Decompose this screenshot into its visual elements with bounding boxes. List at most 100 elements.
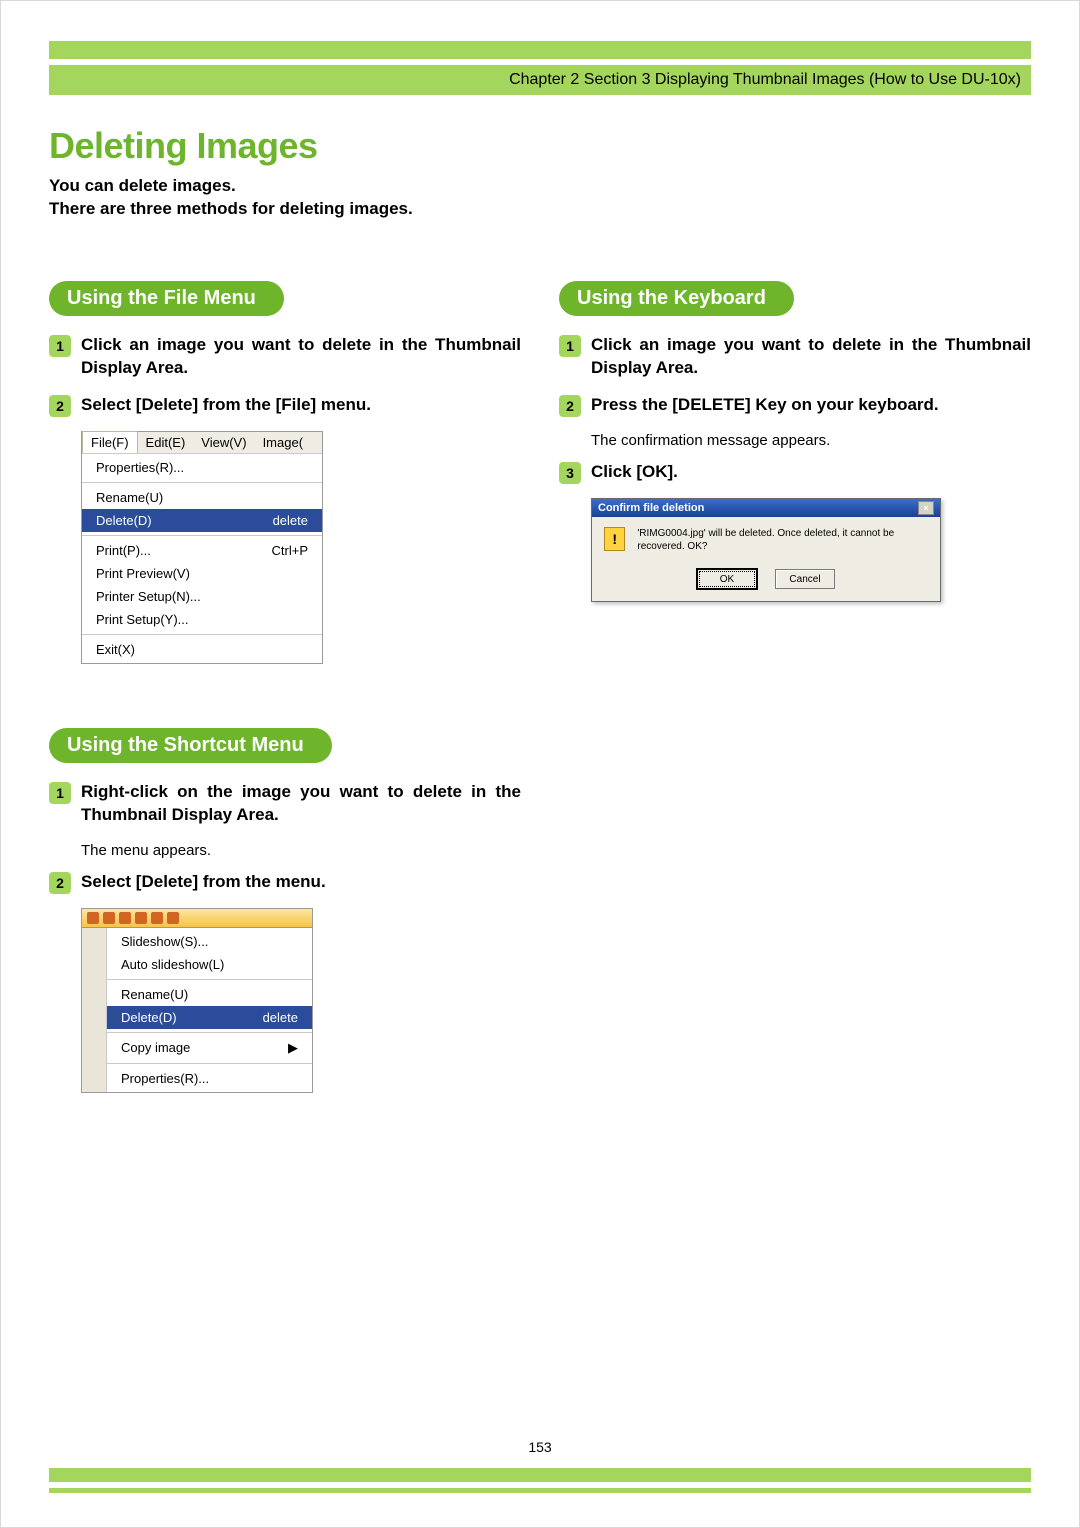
menu-item-label: Print Preview(V) (96, 566, 190, 581)
step-number-badge: 1 (559, 335, 581, 357)
step-number-badge: 2 (49, 395, 71, 417)
menu-item-label: Copy image (121, 1040, 190, 1056)
menu-item-print-preview[interactable]: Print Preview(V) (82, 562, 322, 585)
step-text: Press the [DELETE] Key on your keyboard. (591, 394, 1031, 417)
menu-separator (107, 1063, 312, 1064)
page-title: Deleting Images (49, 125, 1031, 167)
menu-item-label: Slideshow(S)... (121, 934, 208, 949)
empty-column (559, 728, 1031, 1093)
menu-item-print[interactable]: Print(P)... Ctrl+P (82, 539, 322, 562)
dialog-message: 'RIMG0004.jpg' will be deleted. Once del… (637, 527, 928, 553)
page-number: 153 (1, 1439, 1079, 1455)
submenu-arrow-icon: ▶ (288, 1040, 298, 1056)
menu-item-label: Auto slideshow(L) (121, 957, 224, 972)
columns-row-2: Using the Shortcut Menu 1 Right-click on… (49, 728, 1031, 1093)
section-heading-file-menu: Using the File Menu (49, 281, 284, 316)
context-menu-body: Slideshow(S)... Auto slideshow(L) Rename… (82, 928, 312, 1092)
step: 1 Right-click on the image you want to d… (49, 781, 521, 827)
section-file-menu: Using the File Menu 1 Click an image you… (49, 281, 521, 664)
toolbar-icon (103, 912, 115, 924)
menu-item-delete[interactable]: Delete(D)delete (82, 509, 322, 532)
step-text: Right-click on the image you want to del… (81, 781, 521, 827)
step-note: The confirmation message appears. (591, 431, 1031, 451)
bottom-accent-bars (49, 1462, 1031, 1493)
menu-item-label: Print(P)... (96, 543, 151, 558)
dialog-titlebar: Confirm file deletion × (592, 499, 940, 517)
step: 2 Select [Delete] from the menu. (49, 871, 521, 894)
breadcrumb: Chapter 2 Section 3 Displaying Thumbnail… (49, 65, 1031, 95)
menu-item-properties[interactable]: Properties(R)... (107, 1067, 312, 1090)
figure-context-menu: Slideshow(S)... Auto slideshow(L) Rename… (81, 908, 313, 1093)
menubar-item-file[interactable]: File(F) (82, 431, 138, 453)
menu-separator (82, 634, 322, 635)
menu-item-properties[interactable]: Properties(R)... (82, 456, 322, 479)
step: 3 Click [OK]. (559, 461, 1031, 484)
menu-item-label: Rename(U) (96, 490, 163, 505)
bottom-bar-thick (49, 1468, 1031, 1482)
figure-file-menu: File(F) Edit(E) View(V) Image( Propertie… (81, 431, 323, 664)
menubar-item-edit[interactable]: Edit(E) (138, 432, 194, 453)
dialog-buttons: OK Cancel (592, 563, 940, 601)
menu-item-copy-image[interactable]: Copy image ▶ (107, 1036, 312, 1060)
context-list: Slideshow(S)... Auto slideshow(L) Rename… (107, 928, 312, 1092)
menu-item-delete[interactable]: Delete(D) delete (107, 1006, 312, 1029)
menu-item-label: Delete(D) (121, 1010, 177, 1025)
menu-item-exit[interactable]: Exit(X) (82, 638, 322, 661)
menu-item-shortcut: delete (263, 1010, 298, 1025)
toolbar-icon (135, 912, 147, 924)
menubar: File(F) Edit(E) View(V) Image( (82, 432, 322, 454)
toolbar-strip (82, 909, 312, 928)
section-heading-shortcut: Using the Shortcut Menu (49, 728, 332, 763)
step: 2 Select [Delete] from the [File] menu. (49, 394, 521, 417)
toolbar-icon (119, 912, 131, 924)
menu-item-printer-setup[interactable]: Printer Setup(N)... (82, 585, 322, 608)
section-keyboard: Using the Keyboard 1 Click an image you … (559, 281, 1031, 664)
intro-text: You can delete images. There are three m… (49, 175, 1031, 221)
cancel-button[interactable]: Cancel (775, 569, 835, 589)
menu-item-auto-slideshow[interactable]: Auto slideshow(L) (107, 953, 312, 976)
close-icon[interactable]: × (918, 501, 934, 515)
step-number-badge: 3 (559, 462, 581, 484)
section-shortcut-menu: Using the Shortcut Menu 1 Right-click on… (49, 728, 521, 1093)
dialog-title: Confirm file deletion (598, 502, 704, 514)
intro-line-1: You can delete images. (49, 176, 236, 195)
step: 2 Press the [DELETE] Key on your keyboar… (559, 394, 1031, 417)
menu-item-label: Properties(R)... (96, 460, 184, 475)
ok-button[interactable]: OK (697, 569, 757, 589)
menu-item-label: Delete(D) (96, 513, 152, 528)
menu-item-print-setup[interactable]: Print Setup(Y)... (82, 608, 322, 631)
step-text: Click an image you want to delete in the… (591, 334, 1031, 380)
menu-separator (82, 535, 322, 536)
step: 1 Click an image you want to delete in t… (559, 334, 1031, 380)
page: Chapter 2 Section 3 Displaying Thumbnail… (0, 0, 1080, 1528)
intro-line-2: There are three methods for deleting ima… (49, 199, 413, 218)
step-number-badge: 1 (49, 335, 71, 357)
step-note: The menu appears. (81, 841, 521, 861)
section-heading-keyboard: Using the Keyboard (559, 281, 794, 316)
toolbar-icon (151, 912, 163, 924)
menu-item-label: Properties(R)... (121, 1071, 209, 1086)
menubar-item-view[interactable]: View(V) (193, 432, 254, 453)
step-number-badge: 2 (559, 395, 581, 417)
menu-item-label: Printer Setup(N)... (96, 589, 201, 604)
toolbar-icon (87, 912, 99, 924)
step-text: Select [Delete] from the menu. (81, 871, 521, 894)
columns-row-1: Using the File Menu 1 Click an image you… (49, 281, 1031, 664)
menu-separator (107, 1032, 312, 1033)
menu-separator (82, 482, 322, 483)
menubar-item-image[interactable]: Image( (255, 432, 311, 453)
menu-separator (107, 979, 312, 980)
menu-item-slideshow[interactable]: Slideshow(S)... (107, 930, 312, 953)
dialog-body: 'RIMG0004.jpg' will be deleted. Once del… (592, 517, 940, 563)
menu-item-label: Rename(U) (121, 987, 188, 1002)
menu-item-rename[interactable]: Rename(U) (107, 983, 312, 1006)
bottom-bar-thin (49, 1488, 1031, 1493)
menu-item-rename[interactable]: Rename(U) (82, 486, 322, 509)
step-text: Click an image you want to delete in the… (81, 334, 521, 380)
warning-icon (604, 527, 625, 551)
top-accent-bar (49, 41, 1031, 59)
menu-item-label: Print Setup(Y)... (96, 612, 188, 627)
step: 1 Click an image you want to delete in t… (49, 334, 521, 380)
menu-item-shortcut: Ctrl+P (272, 543, 308, 558)
figure-confirm-dialog: Confirm file deletion × 'RIMG0004.jpg' w… (591, 498, 941, 602)
